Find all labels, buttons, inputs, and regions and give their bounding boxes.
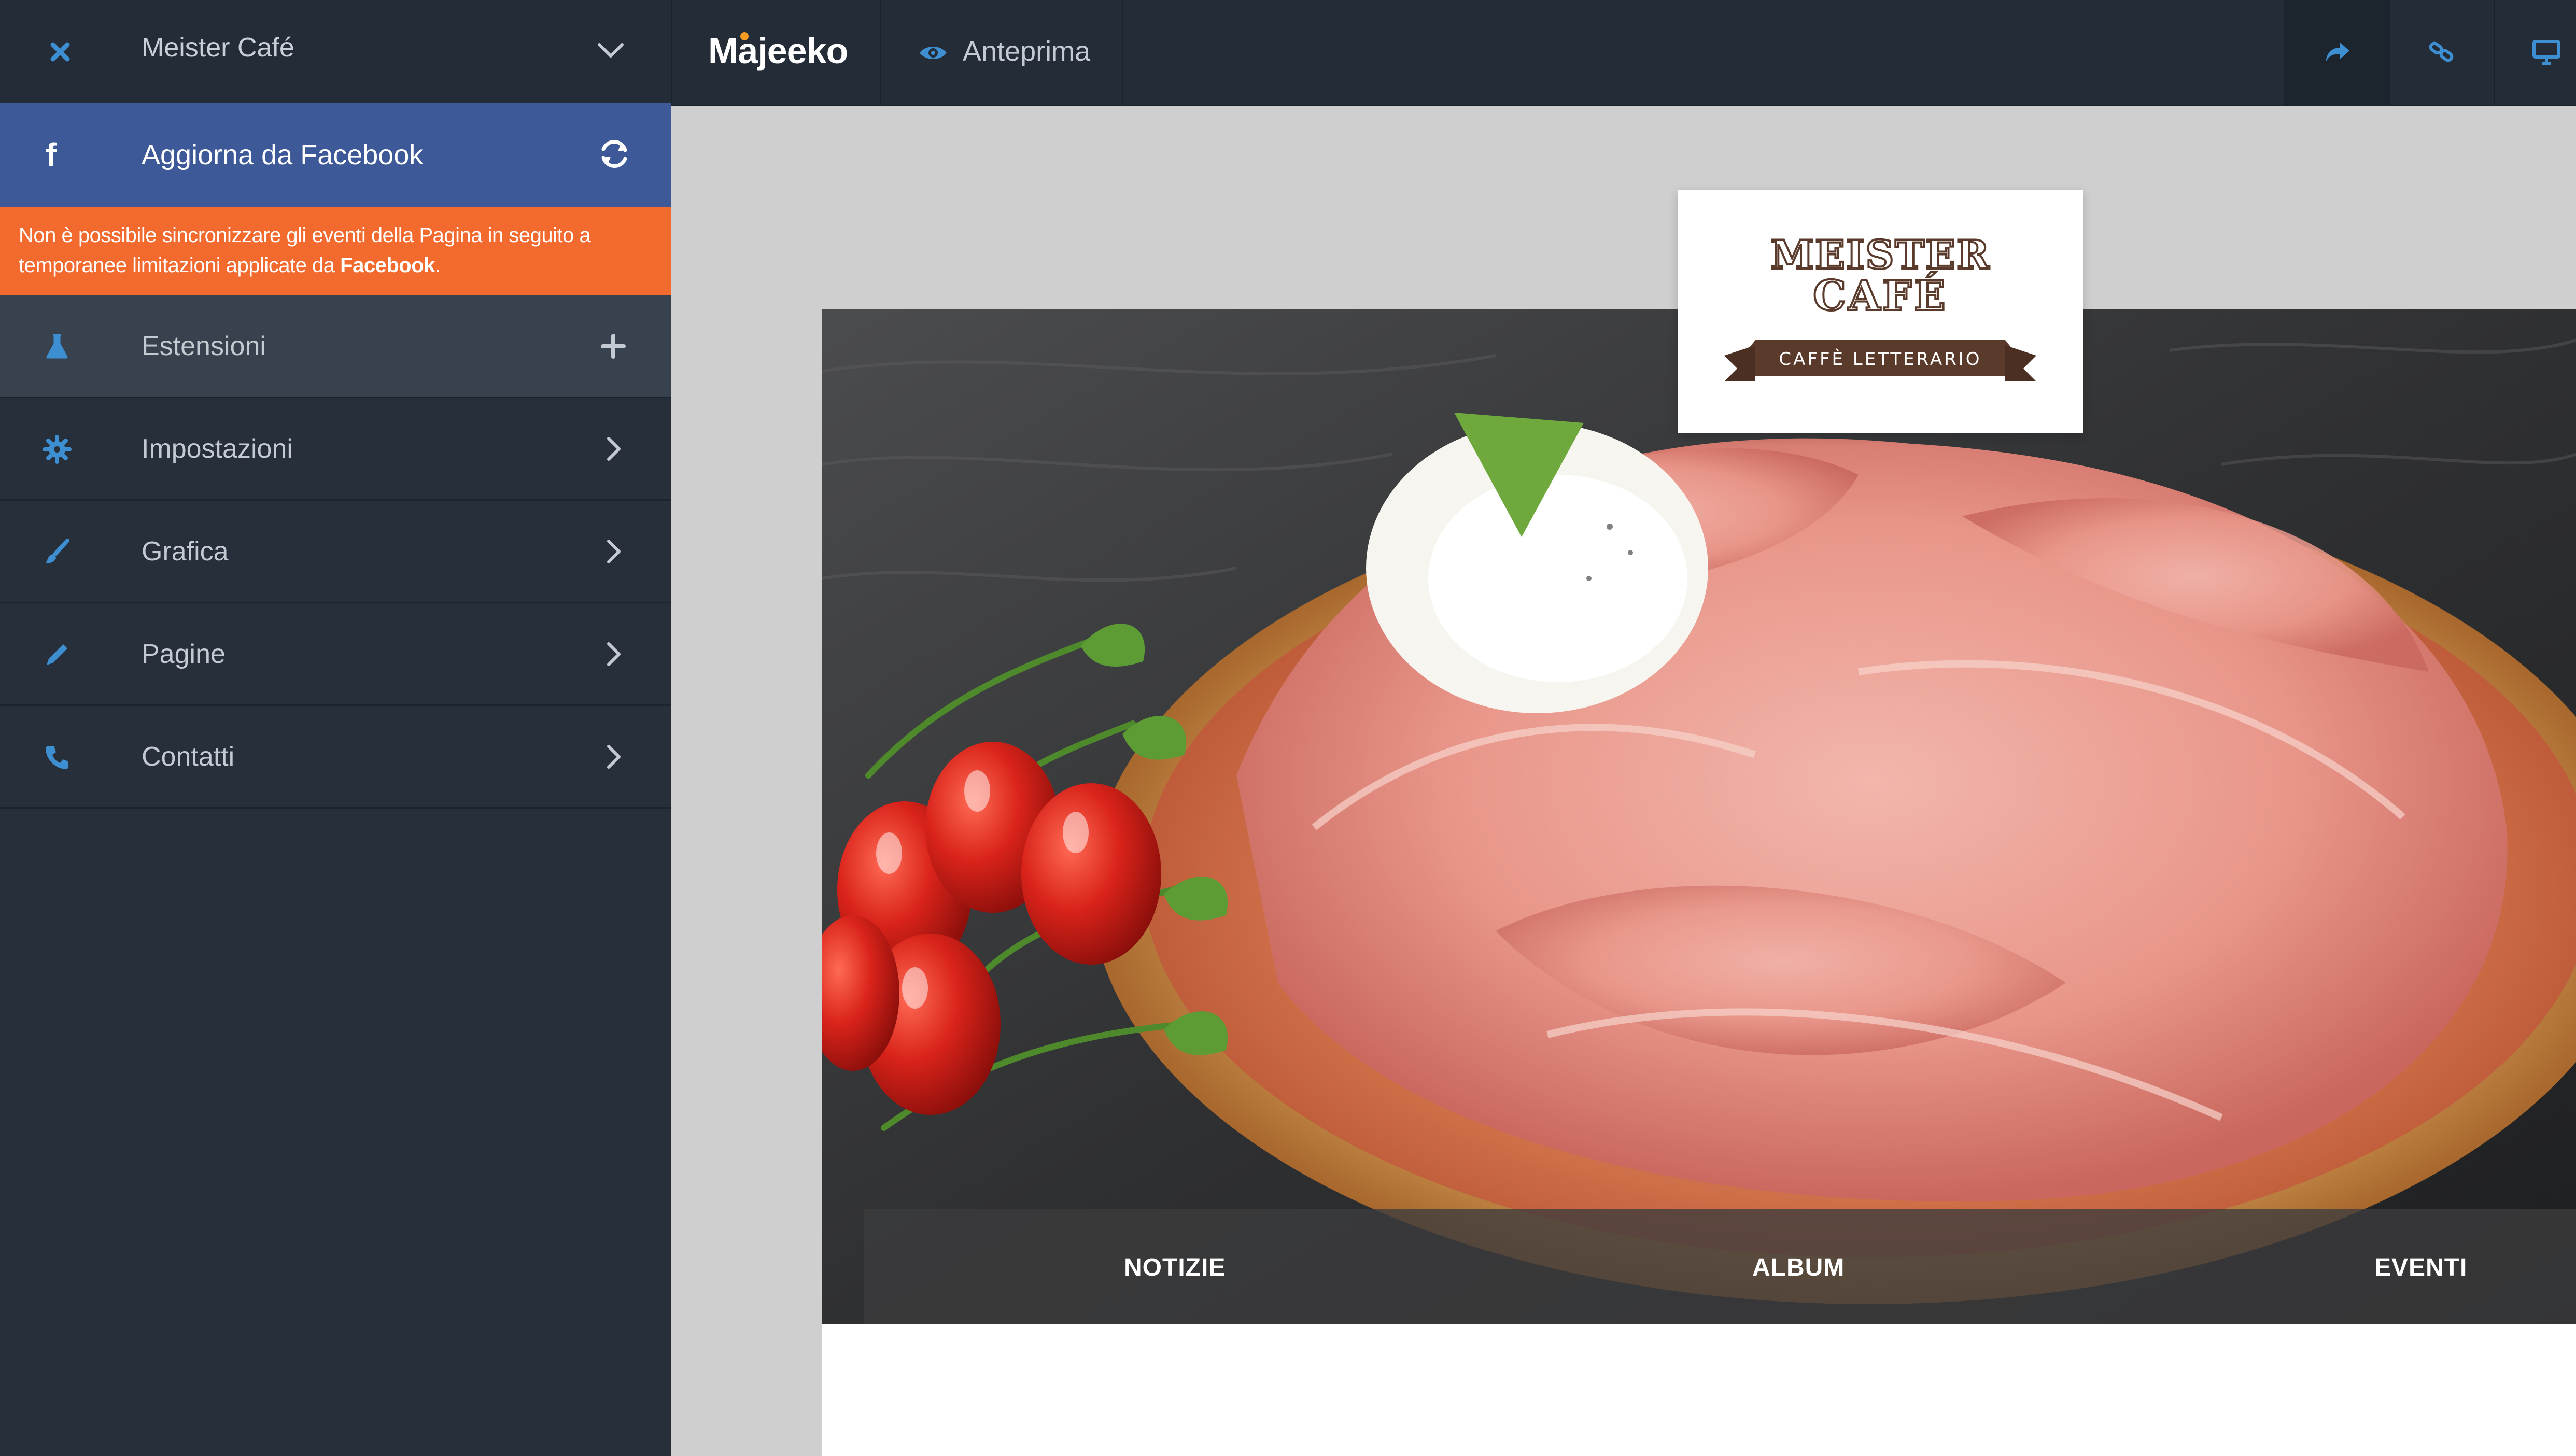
sidebar-item-label: Contatti [142, 742, 235, 772]
brush-icon [46, 539, 69, 563]
hero-image [822, 309, 2576, 1324]
site-nav-bar [864, 1209, 2576, 1324]
sidebar-item-label: Grafica [142, 536, 229, 567]
share-icon [2326, 43, 2349, 62]
sidebar-item-pagine[interactable]: Pagine [0, 603, 671, 706]
facebook-sync-label: Aggiorna da Facebook [142, 139, 424, 171]
phone-icon [46, 746, 68, 769]
refresh-icon[interactable] [596, 136, 632, 172]
warning-text-end: . [434, 254, 441, 277]
sidebar-item-label: Pagine [142, 639, 226, 669]
chevron-right-icon [607, 642, 621, 666]
flask-icon [46, 334, 68, 359]
topbar-divider [880, 0, 881, 105]
warning-text: Non è possibile sincronizzare gli eventi… [19, 224, 591, 277]
nav-link-notizie[interactable]: NOTIZIE [1124, 1253, 1226, 1282]
sidebar-item-impostazioni[interactable]: Impostazioni [0, 398, 671, 501]
desktop-view-button[interactable] [2495, 0, 2576, 105]
meister-cafe-logo: MEISTER CAFÉ CAFFÈ LETTERARIO [1724, 231, 2036, 381]
chevron-down-icon[interactable] [595, 40, 626, 61]
sidebar-header [0, 0, 671, 105]
sidebar-item-contatti[interactable]: Contatti [0, 706, 671, 809]
facebook-icon: f [46, 136, 57, 174]
nav-link-eventi[interactable]: EVENTI [2374, 1253, 2467, 1282]
gear-icon [43, 435, 72, 464]
sync-warning-banner: Non è possibile sincronizzare gli eventi… [0, 207, 671, 295]
plus-icon[interactable] [600, 331, 626, 362]
topbar-divider [671, 0, 672, 105]
site-selector-label[interactable]: Meister Café [142, 32, 294, 63]
logo-ribbon-text: CAFFÈ LETTERARIO [1779, 348, 1981, 370]
brand-accent-dot [740, 32, 749, 40]
link-button[interactable] [2390, 0, 2494, 105]
warning-facebook-text: Facebook [340, 254, 435, 277]
sidebar-item-label: Estensioni [142, 331, 266, 361]
desktop-icon [2532, 40, 2560, 65]
chevron-right-icon [607, 540, 621, 563]
close-icon[interactable] [45, 36, 76, 67]
link-icon [2429, 41, 2454, 62]
chevron-right-icon [607, 437, 621, 461]
sidebar-item-label: Impostazioni [142, 434, 293, 464]
nav-link-album[interactable]: ALBUM [1752, 1253, 1845, 1282]
sidebar-item-grafica[interactable]: Grafica [0, 501, 671, 603]
sidebar-item-estensioni[interactable]: Estensioni [0, 295, 671, 398]
share-button[interactable] [2285, 0, 2389, 105]
majeeko-logo[interactable]: Majeeko [708, 30, 848, 72]
site-logo-card[interactable]: MEISTER CAFÉ CAFFÈ LETTERARIO [1678, 190, 2083, 433]
pencil-icon [47, 644, 67, 665]
eye-icon [920, 47, 947, 59]
preview-button[interactable]: Anteprima [963, 35, 1090, 67]
topbar-divider [1122, 0, 1123, 105]
chevron-right-icon [607, 745, 621, 769]
logo-line-2: CAFÉ [1813, 271, 1948, 320]
